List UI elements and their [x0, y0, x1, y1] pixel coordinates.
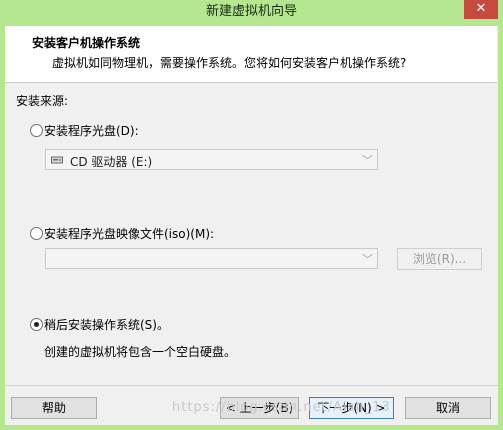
cd-drive-icon: [51, 156, 63, 164]
iso-radio[interactable]: [30, 227, 43, 240]
title-bar: 新建虚拟机向导: [0, 0, 503, 26]
window-frame-bottom: [0, 425, 503, 430]
disc-drive-select[interactable]: CD 驱动器 (E:) ﹀: [45, 149, 378, 170]
install-later-label[interactable]: 稍后安装操作系统(S)。: [44, 316, 169, 333]
chevron-down-icon: ﹀: [362, 253, 373, 266]
iso-option-label[interactable]: 安装程序光盘映像文件(iso)(M):: [44, 225, 214, 242]
install-source-label: 安装来源:: [16, 94, 69, 108]
install-later-radio[interactable]: [30, 318, 43, 331]
window-title: 新建虚拟机向导: [205, 4, 297, 19]
close-button[interactable]: ✕: [464, 0, 498, 19]
footer-divider: [5, 385, 498, 386]
window-frame-right: [498, 26, 503, 430]
watermark-text: https://blog.csdn.net/Aish_13: [172, 400, 391, 415]
install-later-description: 创建的虚拟机将包含一个空白硬盘。: [44, 345, 237, 359]
header-title: 安装客户机操作系统: [32, 36, 141, 50]
window-frame-left: [0, 26, 5, 430]
help-button[interactable]: 帮助: [11, 397, 97, 419]
wizard-header: 安装客户机操作系统 虚拟机如同物理机，需要操作系统。您将如何安装客户机操作系统?: [5, 26, 497, 83]
disc-drive-value: CD 驱动器 (E:): [70, 155, 153, 169]
iso-path-combo[interactable]: ﹀: [45, 248, 378, 269]
disc-option-label[interactable]: 安装程序光盘(D):: [44, 122, 139, 139]
browse-button[interactable]: 浏览(R)...: [397, 248, 482, 270]
cancel-button[interactable]: 取消: [405, 397, 491, 419]
header-subtitle: 虚拟机如同物理机，需要操作系统。您将如何安装客户机操作系统?: [52, 56, 407, 70]
chevron-down-icon: ﹀: [362, 154, 373, 167]
disc-radio[interactable]: [30, 124, 43, 137]
